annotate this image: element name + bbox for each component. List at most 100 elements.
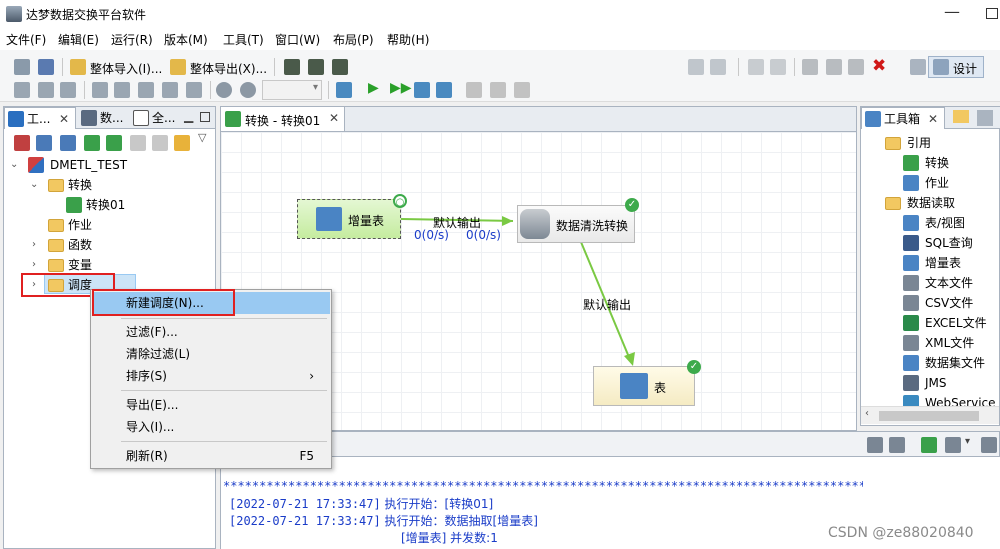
export-all-button[interactable]: 整体导出(X)...: [190, 60, 267, 77]
toolbox-item[interactable]: 转换: [903, 153, 1000, 173]
menu-item-clear-filter[interactable]: 清除过滤(L): [92, 343, 330, 365]
export-icon[interactable]: [60, 135, 76, 151]
undo-icon[interactable]: [748, 59, 764, 75]
delete-icon[interactable]: ✖: [872, 56, 886, 76]
terminate-icon[interactable]: [514, 82, 530, 98]
redo-icon[interactable]: [770, 59, 786, 75]
toolbox-item[interactable]: EXCEL文件: [903, 313, 1000, 333]
toolbox-item[interactable]: 作业: [903, 173, 1000, 193]
menu-item-refresh[interactable]: 刷新(R) F5: [92, 445, 330, 467]
cut-icon[interactable]: [802, 59, 818, 75]
toolbox-item[interactable]: 文本文件: [903, 273, 1000, 293]
menu-help[interactable]: 帮助(H): [387, 31, 429, 48]
close-icon[interactable]: ✕: [928, 108, 938, 130]
toolbox-item[interactable]: SQL查询: [903, 233, 1000, 253]
light-icon-2[interactable]: [308, 59, 324, 75]
stop-icon[interactable]: [466, 82, 482, 98]
tree-function-folder[interactable]: › 函数: [26, 235, 206, 255]
align-icon-2[interactable]: [114, 82, 130, 98]
outline-tab-icon[interactable]: [977, 110, 993, 126]
minimize-panel-icon[interactable]: ▁: [184, 109, 193, 123]
save-icon[interactable]: [688, 59, 704, 75]
copy-icon[interactable]: [826, 59, 842, 75]
layout-icon-2[interactable]: [38, 82, 54, 98]
light-icon[interactable]: [284, 59, 300, 75]
pause-icon[interactable]: [490, 82, 506, 98]
node-table[interactable]: 表: [593, 366, 695, 406]
debug-icon[interactable]: [436, 82, 452, 98]
maximize-button[interactable]: [986, 8, 998, 19]
home-icon[interactable]: [130, 135, 146, 151]
zoom-in-icon[interactable]: [216, 82, 232, 98]
menu-item-import[interactable]: 导入(I)...: [92, 416, 330, 438]
editor-tab[interactable]: 转换 - 转换01 ✕: [221, 107, 345, 131]
folder-tab-icon[interactable]: [953, 110, 969, 123]
save-all-icon[interactable]: [710, 59, 726, 75]
align-icon-5[interactable]: [186, 82, 202, 98]
menu-item-sort[interactable]: 排序(S) ›: [92, 365, 330, 387]
tree-root[interactable]: ⌄ DMETL_TEST: [8, 155, 208, 175]
export-all-icon[interactable]: [170, 59, 186, 75]
menu-tools[interactable]: 工具(T): [223, 31, 264, 48]
minimize-button[interactable]: —: [944, 2, 960, 21]
node-data-clean[interactable]: 数据清洗转换: [517, 205, 635, 243]
layout-icon-3[interactable]: [60, 82, 76, 98]
menu-item-filter[interactable]: 过滤(F)...: [92, 321, 330, 343]
console-icon-1[interactable]: [867, 437, 883, 453]
align-icon-4[interactable]: [162, 82, 178, 98]
design-perspective-button[interactable]: 设计: [928, 56, 984, 78]
toolbox-item[interactable]: 表/视图: [903, 213, 1000, 233]
align-icon-3[interactable]: [138, 82, 154, 98]
pin-console-icon[interactable]: [921, 437, 937, 453]
scroll-thumb[interactable]: [879, 411, 979, 421]
display-console-icon[interactable]: [945, 437, 961, 453]
step-icon[interactable]: [414, 82, 430, 98]
pin-icon[interactable]: [910, 59, 926, 75]
tree-variable-folder[interactable]: › 变量: [26, 255, 206, 275]
toolbox-item[interactable]: JMS: [903, 373, 1000, 393]
menu-edit[interactable]: 编辑(E): [58, 31, 99, 48]
horizontal-scrollbar[interactable]: ‹: [861, 406, 999, 424]
tab-global[interactable]: 全...: [130, 107, 180, 129]
light-icon-3[interactable]: [332, 59, 348, 75]
menu-file[interactable]: 文件(F): [6, 31, 46, 48]
disconnect-icon[interactable]: [38, 59, 54, 75]
close-icon[interactable]: ✕: [59, 108, 69, 130]
toolbox-item[interactable]: 数据集文件: [903, 353, 1000, 373]
refresh-icon[interactable]: [106, 135, 122, 151]
menu-version[interactable]: 版本(M): [164, 31, 208, 48]
menu-window[interactable]: 窗口(W): [275, 31, 320, 48]
console-menu-icon[interactable]: [981, 437, 997, 453]
menu-layout[interactable]: 布局(P): [333, 31, 374, 48]
maximize-panel-icon[interactable]: [200, 112, 210, 122]
menu-item-export[interactable]: 导出(E)...: [92, 394, 330, 416]
scroll-left-icon[interactable]: ‹: [865, 408, 869, 419]
close-icon[interactable]: ✕: [329, 111, 339, 125]
layout-icon-1[interactable]: [14, 82, 30, 98]
toolbox-item[interactable]: CSV文件: [903, 293, 1000, 313]
toolbox-item[interactable]: 数据读取: [885, 193, 995, 213]
view-menu-icon[interactable]: ▽: [198, 131, 206, 144]
run-icon[interactable]: ▶: [368, 80, 379, 96]
chevron-down-icon[interactable]: ▾: [965, 436, 970, 447]
console-icon-2[interactable]: [889, 437, 905, 453]
menu-run[interactable]: 运行(R): [111, 31, 153, 48]
forward-icon[interactable]: [174, 135, 190, 151]
tab-project[interactable]: 工... ✕: [4, 107, 76, 129]
zoom-out-icon[interactable]: [240, 82, 256, 98]
paste-icon[interactable]: [848, 59, 864, 75]
toolbox-item[interactable]: 增量表: [903, 253, 1000, 273]
tree-transform-item[interactable]: 转换01: [66, 195, 206, 215]
toolbox-item[interactable]: 引用: [885, 133, 995, 153]
import-icon[interactable]: [36, 135, 52, 151]
zoom-combo[interactable]: ▾: [262, 80, 322, 100]
toolbox-item[interactable]: XML文件: [903, 333, 1000, 353]
import-all-icon[interactable]: [70, 59, 86, 75]
align-icon-1[interactable]: [92, 82, 108, 98]
run-all-icon[interactable]: ▶▶: [390, 80, 412, 96]
tab-toolbox[interactable]: 工具箱 ✕: [861, 107, 945, 129]
import-all-button[interactable]: 整体导入(I)...: [90, 60, 162, 77]
node-incremental-table[interactable]: 增量表: [297, 199, 401, 239]
up-icon[interactable]: [84, 135, 100, 151]
tree-transform-folder[interactable]: ⌄ 转换: [26, 175, 206, 195]
